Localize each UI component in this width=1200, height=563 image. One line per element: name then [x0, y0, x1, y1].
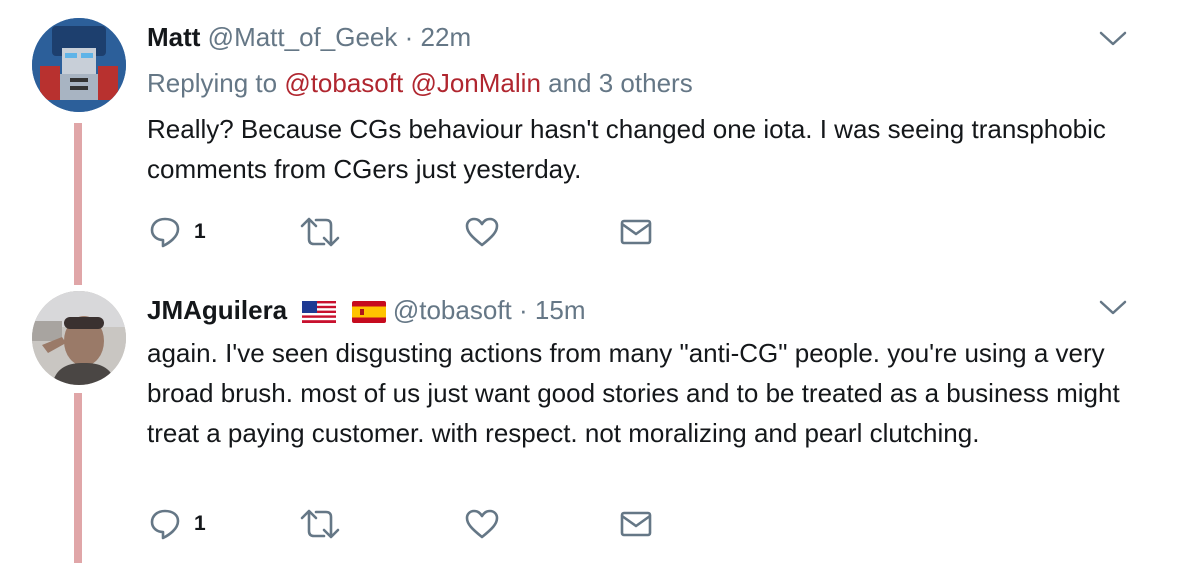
user-handle[interactable]: @Matt_of_Geek	[208, 22, 398, 52]
heart-icon	[465, 217, 499, 247]
heart-icon	[465, 509, 499, 539]
mention-link[interactable]: @JonMalin	[410, 68, 540, 98]
tweet-header: Matt @Matt_of_Geek · 22m	[147, 20, 1140, 54]
thread-line	[74, 123, 82, 285]
reply-icon	[150, 217, 180, 248]
others-link[interactable]: and 3 others	[548, 68, 693, 98]
avatar[interactable]	[32, 18, 126, 112]
tweet-text: again. I've seen disgusting actions from…	[147, 338, 1120, 448]
tweet[interactable]: Matt @Matt_of_Geek · 22m Replying to @to…	[0, 0, 1200, 290]
reply-icon	[150, 509, 180, 540]
tweet-header: JMAguilera @tobasoft · 15m	[147, 293, 1140, 331]
thread-line	[74, 393, 82, 563]
like-button[interactable]	[465, 212, 499, 252]
chevron-down-icon[interactable]	[1098, 298, 1128, 318]
separator-dot: ·	[404, 22, 414, 52]
spain-flag-icon	[351, 297, 386, 331]
reply-button[interactable]: 1	[150, 212, 206, 252]
chevron-down-icon[interactable]	[1098, 29, 1128, 49]
display-name[interactable]: JMAguilera	[147, 295, 287, 325]
replying-to: Replying to @tobasoft @JonMalin and 3 ot…	[147, 66, 1140, 100]
retweet-icon	[300, 217, 340, 247]
tweet-content: Matt @Matt_of_Geek · 22m Replying to @to…	[147, 20, 1140, 189]
retweet-icon	[300, 509, 340, 539]
envelope-icon	[620, 511, 652, 537]
avatar[interactable]	[32, 291, 126, 385]
mention-link[interactable]: @tobasoft	[284, 68, 403, 98]
retweet-button[interactable]	[300, 212, 340, 252]
reply-button[interactable]: 1	[150, 504, 206, 544]
tweet[interactable]: JMAguilera @tobasoft · 15m again. I've s…	[0, 290, 1200, 563]
timestamp[interactable]: 22m	[421, 22, 472, 52]
retweet-button[interactable]	[300, 504, 340, 544]
tweet-content: JMAguilera @tobasoft · 15m again. I've s…	[147, 293, 1140, 453]
reply-count: 1	[194, 220, 206, 243]
tweet-text: Really? Because CGs behaviour hasn't cha…	[147, 114, 1106, 184]
timestamp[interactable]: 15m	[535, 295, 586, 325]
envelope-icon	[620, 219, 652, 245]
us-flag-icon	[302, 297, 337, 331]
reply-count: 1	[194, 512, 206, 535]
direct-message-button[interactable]	[620, 212, 652, 252]
direct-message-button[interactable]	[620, 504, 652, 544]
like-button[interactable]	[465, 504, 499, 544]
replying-to-label: Replying to	[147, 68, 278, 98]
separator-dot: ·	[519, 295, 528, 325]
display-name[interactable]: Matt	[147, 22, 200, 52]
user-handle[interactable]: @tobasoft	[393, 295, 512, 325]
